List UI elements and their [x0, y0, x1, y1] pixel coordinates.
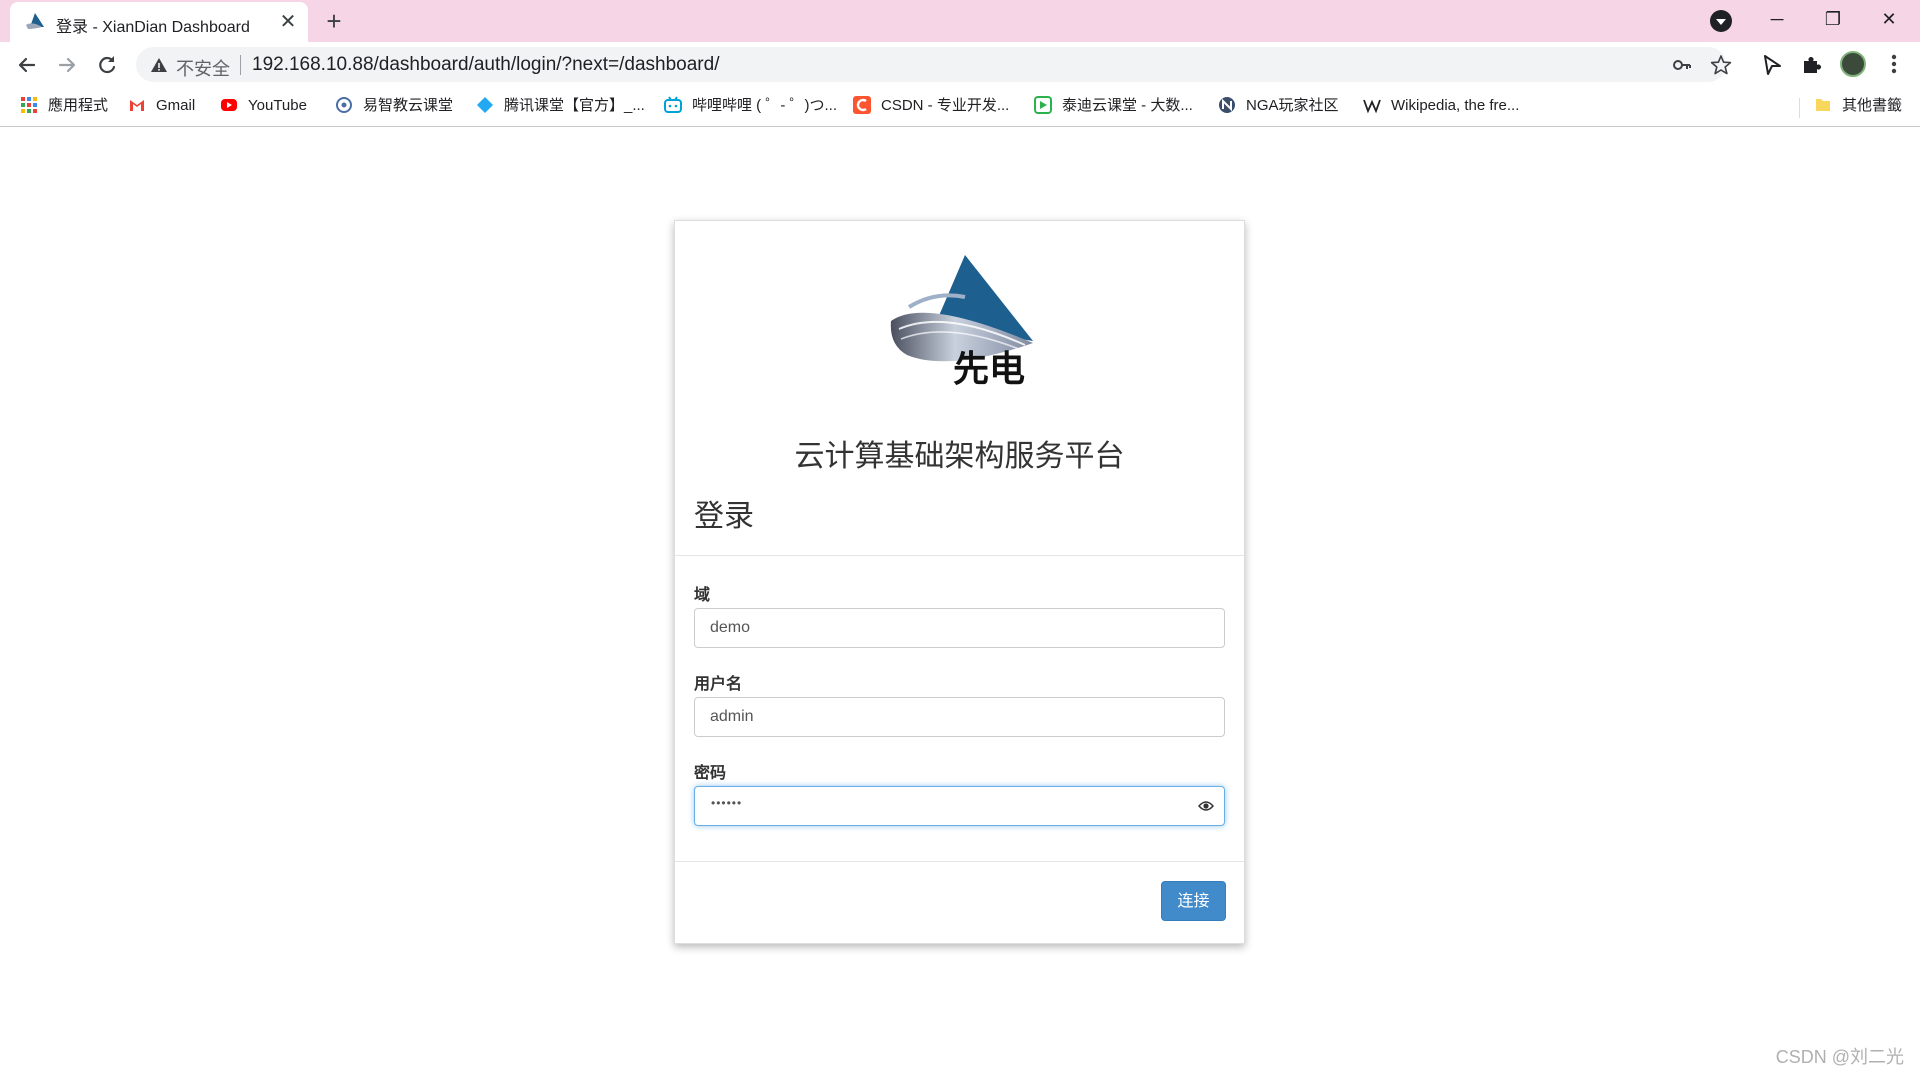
eye-icon[interactable]	[1198, 799, 1214, 813]
tab-strip: 登录 - XianDian Dashboard ✕ + ─ ❐ ✕	[0, 0, 1920, 42]
bookmark-tencent-classroom[interactable]: 腾讯课堂【官方】_...	[476, 95, 645, 117]
page-content: 先电 云计算基础架构服务平台 登录 域 demo 用户名 admin 密码 ••…	[0, 128, 1920, 1077]
bookmark-label: YouTube	[248, 97, 307, 115]
bookmark-yizhijiao[interactable]: 易智教云课堂	[335, 95, 453, 117]
bookmark-gmail[interactable]: Gmail	[128, 95, 195, 117]
bookmark-label: 泰迪云课堂 - 大数...	[1062, 97, 1193, 115]
bookmark-nga[interactable]: NGA玩家社区	[1218, 95, 1339, 117]
bookmark-label: 應用程式	[48, 97, 109, 115]
minimize-button[interactable]: ─	[1754, 4, 1800, 34]
new-tab-button[interactable]: +	[322, 8, 346, 34]
bookmark-wikipedia[interactable]: Wikipedia, the fre...	[1363, 95, 1519, 117]
bookmark-label: 腾讯课堂【官方】_...	[504, 97, 645, 115]
taidi-icon	[1034, 96, 1052, 115]
security-label[interactable]: 不安全	[176, 55, 230, 81]
csdn-watermark: CSDN @刘二光	[1775, 1047, 1904, 1067]
password-label: 密码	[694, 765, 727, 782]
tab-title: 登录 - XianDian Dashboard	[56, 19, 250, 36]
profile-avatar[interactable]	[1840, 51, 1866, 77]
bookmark-label: 哔哩哔哩 ( ゜- ゜)つ...	[692, 97, 837, 115]
domain-label: 域	[694, 587, 711, 604]
address-separator	[240, 55, 241, 75]
username-value: admin	[710, 708, 754, 725]
bookmark-label: CSDN - 专业开发...	[881, 97, 1010, 115]
domain-value: demo	[710, 619, 751, 636]
connect-button[interactable]: 连接	[1161, 881, 1226, 921]
warning-icon	[151, 58, 167, 72]
send-arrow-icon[interactable]	[1760, 53, 1784, 77]
logo-text: 先电	[953, 348, 1025, 387]
form-divider-top	[675, 555, 1244, 556]
nga-icon	[1219, 97, 1235, 114]
bookmark-youtube[interactable]: YouTube	[220, 95, 307, 117]
bookmarks-bar: 應用程式 Gmail YouTube 易智教云课堂 腾讯课堂【官方】_... 哔…	[0, 87, 1920, 127]
username-input[interactable]: admin	[694, 697, 1225, 737]
bookmark-label: NGA玩家社区	[1246, 97, 1339, 115]
password-masked-value: ••••••	[711, 796, 743, 810]
other-bookmarks-label: 其他書籤	[1842, 97, 1903, 115]
youtube-icon	[221, 99, 237, 112]
reload-icon[interactable]	[92, 50, 122, 80]
restore-button[interactable]: ❐	[1810, 4, 1856, 34]
bookmark-star-icon[interactable]	[1710, 54, 1732, 76]
tencent-classroom-icon	[477, 97, 493, 114]
xiandian-logo-icon	[26, 13, 44, 29]
bookmarks-divider	[1799, 98, 1800, 118]
other-bookmarks[interactable]: 其他書籤	[1814, 95, 1902, 117]
apps-grid-icon	[21, 97, 37, 114]
extensions-puzzle-icon[interactable]	[1800, 53, 1824, 77]
active-tab[interactable]: 登录 - XianDian Dashboard ✕	[10, 2, 308, 42]
login-heading: 登录	[694, 500, 754, 533]
close-icon[interactable]: ✕	[278, 12, 298, 32]
bookmark-csdn[interactable]: CSDN - 专业开发...	[853, 95, 1009, 117]
forward-arrow-icon[interactable]	[52, 50, 82, 80]
address-bar[interactable]: 不安全 192.168.10.88/dashboard/auth/login/?…	[136, 47, 1732, 82]
wikipedia-icon	[1363, 99, 1381, 114]
csdn-icon	[853, 96, 871, 115]
form-divider-bottom	[675, 861, 1244, 862]
back-arrow-icon[interactable]	[12, 50, 42, 80]
login-card: 先电 云计算基础架构服务平台 登录 域 demo 用户名 admin 密码 ••…	[674, 220, 1245, 944]
tab-search-icon[interactable]	[1710, 10, 1732, 32]
bookmark-bilibili[interactable]: 哔哩哔哩 ( ゜- ゜)つ...	[664, 95, 837, 117]
url-text[interactable]: 192.168.10.88/dashboard/auth/login/?next…	[252, 54, 719, 76]
password-input[interactable]: ••••••	[694, 786, 1225, 826]
yizhijiao-icon	[336, 97, 352, 114]
xiandian-logo: 先电	[890, 255, 1033, 387]
bilibili-icon	[664, 96, 682, 114]
bookmark-taidi[interactable]: 泰迪云课堂 - 大数...	[1034, 95, 1193, 117]
bookmark-label: Wikipedia, the fre...	[1391, 97, 1520, 115]
key-icon[interactable]	[1672, 55, 1692, 75]
gmail-icon	[130, 100, 144, 112]
folder-icon	[1816, 99, 1830, 112]
domain-input[interactable]: demo	[694, 608, 1225, 648]
username-label: 用户名	[694, 676, 743, 693]
bookmark-label: Gmail	[156, 97, 196, 115]
bookmark-apps[interactable]: 應用程式	[20, 95, 108, 117]
menu-dots-icon[interactable]	[1884, 51, 1904, 77]
bookmark-label: 易智教云课堂	[363, 97, 454, 115]
window-close-button[interactable]: ✕	[1866, 4, 1912, 34]
browser-toolbar: 不安全 192.168.10.88/dashboard/auth/login/?…	[0, 42, 1920, 87]
platform-title: 云计算基础架构服务平台	[794, 440, 1125, 473]
